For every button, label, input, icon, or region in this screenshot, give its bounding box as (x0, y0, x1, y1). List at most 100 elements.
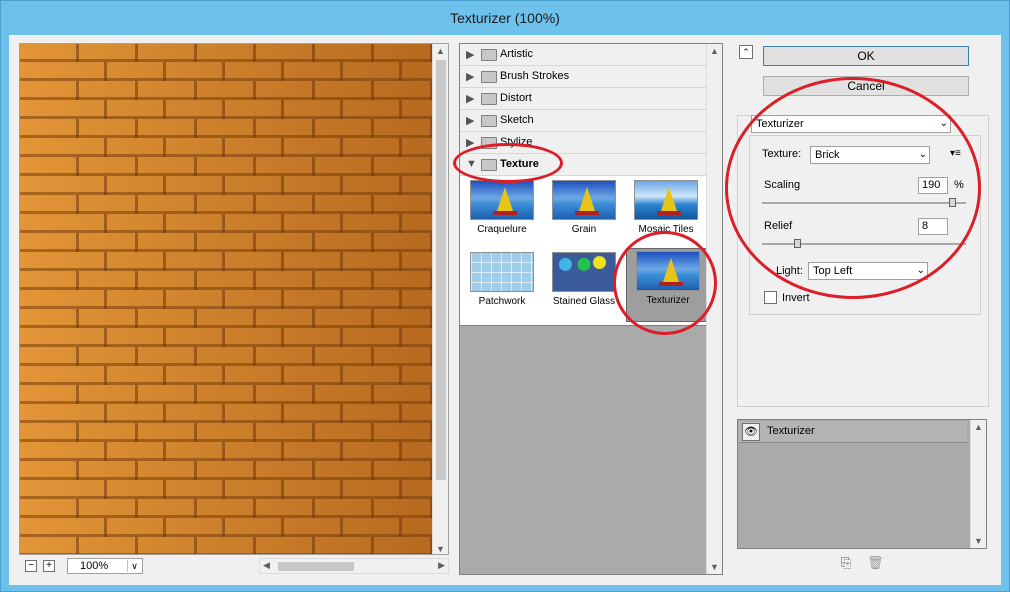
filter-label: Texturizer (646, 295, 690, 306)
category-sketch[interactable]: ▶ Sketch (460, 110, 708, 132)
filter-thumbnail-image (552, 180, 616, 220)
layers-vertical-scrollbar[interactable]: ▲ ▼ (970, 420, 986, 548)
expand-arrow-icon[interactable]: ▶ (466, 114, 474, 127)
category-label: Brush Strokes (500, 70, 570, 82)
category-artistic[interactable]: ▶ Artistic (460, 44, 708, 66)
invert-checkbox[interactable] (764, 291, 777, 304)
scroll-up-icon[interactable]: ▲ (710, 46, 719, 56)
scaling-slider[interactable] (762, 198, 966, 208)
preview-vertical-scrollbar[interactable]: ▲ ▼ (432, 44, 448, 554)
filter-label: Craquelure (477, 224, 527, 235)
filter-craquelure[interactable]: Craquelure (466, 178, 538, 246)
filter-label: Stained Glass (552, 296, 616, 307)
folder-icon (481, 115, 497, 127)
chevron-down-icon: ⌄ (939, 118, 948, 129)
slider-knob[interactable] (794, 239, 801, 248)
folder-open-icon (481, 159, 497, 171)
filter-label: Patchwork (478, 296, 526, 307)
filter-gallery: ▶ Artistic ▶ Brush Strokes ▶ Distort ▶ S… (459, 43, 723, 575)
slider-track (762, 202, 966, 204)
effect-layers-panel: 👁 Texturizer ▲ ▼ (737, 419, 987, 549)
window-title: Texturizer (100%) (450, 10, 560, 26)
category-distort[interactable]: ▶ Distort (460, 88, 708, 110)
filter-thumbnail-image (470, 252, 534, 292)
texture-select[interactable]: Brick ⌄ (810, 146, 930, 164)
new-effect-layer-icon[interactable]: ⎘ (841, 555, 851, 571)
scroll-right-icon[interactable]: ▶ (438, 560, 445, 571)
folder-icon (481, 49, 497, 61)
effect-layer-row[interactable]: 👁 Texturizer (739, 421, 967, 443)
expand-arrow-icon[interactable]: ▶ (466, 92, 474, 105)
zoom-in-button[interactable]: + (43, 560, 55, 572)
preview-vscroll-thumb[interactable] (436, 60, 446, 480)
light-label: Light: (776, 265, 803, 277)
invert-label: Invert (782, 292, 810, 304)
light-select[interactable]: Top Left ⌄ (808, 262, 928, 280)
filter-label: Mosaic Tiles (638, 224, 694, 235)
category-texture[interactable]: ▼ Texture (460, 154, 708, 176)
folder-icon (481, 71, 497, 83)
filter-select-value: Texturizer (756, 118, 804, 130)
cancel-button[interactable]: Cancel (763, 76, 969, 96)
scroll-down-icon[interactable]: ▼ (436, 544, 445, 554)
dialog-window: Texturizer (100%) ▲ ▼ − + 100% ∨ ◀ ▶ ▶ A… (0, 0, 1010, 592)
filter-mosaic-tiles[interactable]: Mosaic Tiles (630, 178, 702, 246)
filter-select[interactable]: Texturizer ⌄ (751, 115, 951, 133)
category-label: Sketch (500, 114, 534, 126)
zoom-level-value: 100% (80, 560, 109, 572)
texture-select-value: Brick (815, 149, 840, 161)
texture-filter-thumbnails: Craquelure Grain Mosaic Tiles Patchwork … (460, 176, 708, 326)
scroll-down-icon[interactable]: ▼ (974, 536, 983, 546)
texturizer-options-group: Texture: Brick ⌄ ▾≡ Scaling 190 % Relief… (749, 135, 981, 315)
relief-input[interactable]: 8 (918, 218, 948, 235)
preview-panel: ▲ ▼ (19, 43, 449, 555)
slider-track (762, 243, 966, 245)
trash-icon[interactable]: 🗑 (867, 555, 884, 571)
scroll-up-icon[interactable]: ▲ (974, 422, 983, 432)
layer-label: Texturizer (767, 425, 815, 437)
expand-arrow-icon[interactable]: ▶ (466, 136, 474, 149)
ok-button[interactable]: OK (763, 46, 969, 66)
expand-arrow-icon[interactable]: ▶ (466, 48, 474, 61)
gallery-vertical-scrollbar[interactable]: ▲ ▼ (706, 44, 722, 574)
texture-label: Texture: (762, 148, 802, 160)
scaling-input[interactable]: 190 (918, 177, 948, 194)
filter-label: Grain (571, 224, 597, 235)
chevron-down-icon[interactable]: ∨ (127, 560, 141, 572)
texture-menu-icon[interactable]: ▾≡ (950, 148, 961, 159)
category-stylize[interactable]: ▶ Stylize (460, 132, 708, 154)
chevron-down-icon: ⌄ (918, 149, 927, 160)
scroll-left-icon[interactable]: ◀ (263, 560, 270, 571)
eye-icon[interactable]: 👁 (742, 423, 760, 441)
preview-brick-joints-offset (48, 44, 448, 554)
preview-horizontal-scrollbar[interactable]: ◀ ▶ (259, 558, 449, 574)
dialog-client: ▲ ▼ − + 100% ∨ ◀ ▶ ▶ Artistic ▶ Brush St… (9, 35, 1001, 585)
zoom-level-select[interactable]: 100% ∨ (67, 558, 143, 574)
expand-arrow-icon[interactable]: ▶ (466, 70, 474, 83)
light-select-value: Top Left (813, 265, 853, 277)
filter-stained-glass[interactable]: Stained Glass (548, 250, 620, 318)
scaling-unit: % (954, 179, 964, 191)
zoom-bar: − + 100% ∨ ◀ ▶ (19, 557, 449, 575)
collapse-gallery-button[interactable]: ⌃ (739, 45, 753, 59)
filter-thumbnail-image (636, 251, 700, 291)
collapse-arrow-icon[interactable]: ▼ (466, 158, 477, 170)
category-label: Stylize (500, 136, 533, 148)
relief-label: Relief (764, 220, 793, 232)
filter-patchwork[interactable]: Patchwork (466, 250, 538, 318)
filter-texturizer[interactable]: Texturizer (626, 248, 708, 322)
relief-slider[interactable] (762, 239, 966, 249)
category-brush-strokes[interactable]: ▶ Brush Strokes (460, 66, 708, 88)
chevron-down-icon: ⌄ (916, 265, 925, 276)
filter-grain[interactable]: Grain (548, 178, 620, 246)
filter-thumbnail-image (552, 252, 616, 292)
filter-thumbnail-image (470, 180, 534, 220)
scroll-down-icon[interactable]: ▼ (710, 562, 719, 572)
slider-knob[interactable] (949, 198, 956, 207)
zoom-out-button[interactable]: − (25, 560, 37, 572)
scroll-up-icon[interactable]: ▲ (436, 46, 445, 56)
preview-hscroll-thumb[interactable] (278, 562, 354, 571)
category-label: Distort (500, 92, 532, 104)
filter-thumbnail-image (634, 180, 698, 220)
category-label: Artistic (500, 48, 533, 60)
